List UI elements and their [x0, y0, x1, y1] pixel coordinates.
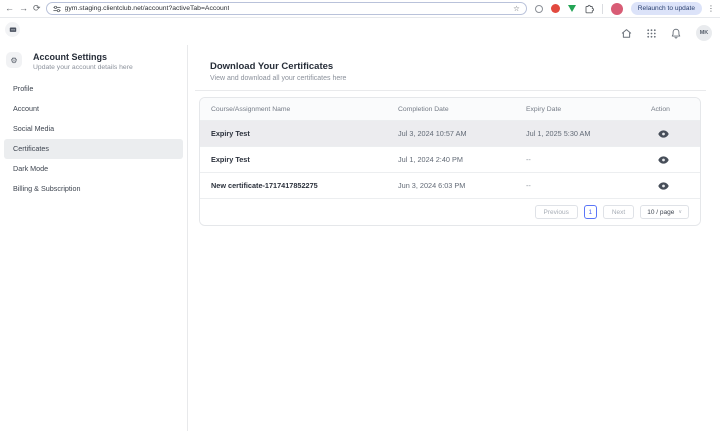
relaunch-update-button[interactable]: Relaunch to update — [631, 2, 702, 15]
table-row[interactable]: Expiry Test Jul 3, 2024 10:57 AM Jul 1, … — [200, 120, 700, 146]
column-expiry-date: Expiry Date — [524, 106, 649, 113]
view-certificate-button[interactable] — [658, 130, 669, 138]
page-number-button[interactable]: 1 — [584, 205, 597, 219]
next-page-button[interactable]: Next — [603, 205, 634, 219]
expiry-date: -- — [524, 155, 649, 164]
settings-gear-button[interactable]: ⚙ — [6, 52, 22, 68]
completion-date: Jul 3, 2024 10:57 AM — [396, 129, 524, 138]
browser-profile-avatar[interactable] — [611, 3, 623, 15]
certificate-name: Expiry Test — [200, 155, 396, 164]
table-row[interactable]: Expiry Test Jul 1, 2024 2:40 PM -- — [200, 146, 700, 172]
eye-icon — [658, 182, 669, 190]
forward-icon[interactable]: → — [19, 4, 28, 13]
sidebar-subtitle: Update your account details here — [33, 64, 133, 71]
logo-button[interactable] — [5, 22, 20, 37]
toolbar-divider — [602, 4, 603, 14]
sidebar-header: ⚙ Account Settings Update your account d… — [0, 45, 187, 75]
table-header-row: Course/Assignment Name Completion Date E… — [200, 98, 700, 120]
gear-icon: ⚙ — [10, 56, 17, 65]
sidebar-item-profile[interactable]: Profile — [4, 79, 183, 99]
expiry-date: Jul 1, 2025 5:30 AM — [524, 129, 649, 138]
certificates-panel: Download Your Certificates View and down… — [188, 45, 720, 431]
user-avatar-initials: MK — [700, 30, 709, 36]
certificate-name: New certificate-1717417852275 — [200, 181, 396, 190]
home-icon[interactable] — [621, 28, 632, 39]
eye-icon — [658, 130, 669, 138]
chevron-down-icon: ∨ — [678, 209, 682, 215]
column-action: Action — [649, 106, 700, 113]
sidebar-item-dark-mode[interactable]: Dark Mode — [4, 159, 183, 179]
page-subtitle: View and download all your certificates … — [210, 75, 720, 82]
relaunch-update-label: Relaunch to update — [638, 5, 695, 12]
sidebar-item-billing-subscription[interactable]: Billing & Subscription — [4, 179, 183, 199]
browser-menu-icon[interactable]: ⋮ — [707, 5, 715, 13]
notifications-bell-icon[interactable] — [671, 28, 681, 39]
sidebar-nav: Profile Account Social Media Certificate… — [0, 79, 187, 199]
column-course-assignment-name: Course/Assignment Name — [200, 106, 396, 113]
table-row[interactable]: New certificate-1717417852275 Jun 3, 202… — [200, 172, 700, 198]
settings-sidebar: ⚙ Account Settings Update your account d… — [0, 45, 188, 431]
section-divider — [195, 90, 706, 91]
user-avatar[interactable]: MK — [696, 25, 712, 41]
eye-icon — [658, 156, 669, 164]
app-header-actions: MK — [621, 25, 712, 41]
extension-a-icon[interactable] — [535, 5, 543, 13]
certificates-table: Course/Assignment Name Completion Date E… — [199, 97, 701, 226]
extensions-row — [532, 3, 626, 15]
view-certificate-button[interactable] — [658, 156, 669, 164]
url-text: gym.staging.clientclub.net/account?activ… — [65, 5, 230, 12]
sidebar-item-certificates[interactable]: Certificates — [4, 139, 183, 159]
screen: ← → ⟳ gym.staging.clientclub.net/account… — [0, 0, 720, 431]
expiry-date: -- — [524, 181, 649, 190]
address-bar[interactable]: gym.staging.clientclub.net/account?activ… — [46, 2, 527, 15]
site-info-icon[interactable] — [53, 5, 61, 13]
bookmark-star-icon[interactable]: ☆ — [513, 4, 520, 13]
extension-b-icon[interactable] — [551, 4, 560, 13]
previous-page-button[interactable]: Previous — [535, 205, 578, 219]
table-pagination: Previous 1 Next 10 / page ∨ — [200, 198, 700, 225]
completion-date: Jul 1, 2024 2:40 PM — [396, 155, 524, 164]
certificate-name: Expiry Test — [200, 129, 396, 138]
sidebar-item-account[interactable]: Account — [4, 99, 183, 119]
view-certificate-button[interactable] — [658, 182, 669, 190]
apps-grid-icon[interactable] — [647, 29, 656, 38]
back-icon[interactable]: ← — [5, 4, 14, 13]
app-window: MK ⚙ Account Settings Update your accoun… — [0, 18, 720, 431]
column-completion-date: Completion Date — [396, 106, 524, 113]
sidebar-item-social-media[interactable]: Social Media — [4, 119, 183, 139]
page-title: Download Your Certificates — [210, 61, 720, 72]
page-size-value: 10 / page — [647, 209, 674, 216]
extension-c-icon[interactable] — [568, 5, 576, 12]
completion-date: Jun 3, 2024 6:03 PM — [396, 181, 524, 190]
extensions-puzzle-icon[interactable] — [584, 4, 594, 14]
sidebar-title: Account Settings — [33, 52, 133, 62]
logo-icon — [9, 26, 17, 33]
reload-icon[interactable]: ⟳ — [33, 4, 41, 13]
page-size-select[interactable]: 10 / page ∨ — [640, 205, 689, 219]
browser-toolbar: ← → ⟳ gym.staging.clientclub.net/account… — [0, 0, 720, 18]
